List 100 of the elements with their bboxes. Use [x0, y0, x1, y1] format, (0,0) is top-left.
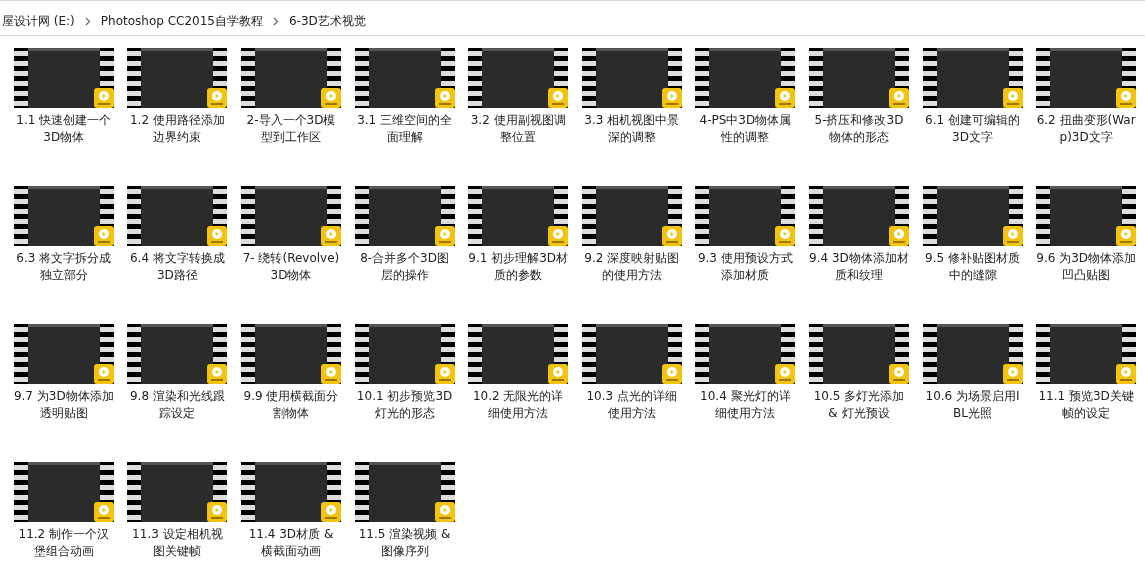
play-badge-icon [888, 364, 909, 384]
play-badge-icon [434, 364, 455, 384]
video-thumbnail[interactable] [581, 324, 682, 384]
video-thumbnail[interactable] [695, 48, 796, 108]
video-thumbnail[interactable] [695, 324, 796, 384]
file-name[interactable]: 5-挤压和修改3D物体的形态 [808, 112, 909, 146]
play-badge-icon [207, 364, 228, 384]
video-thumbnail[interactable] [468, 324, 569, 384]
file-name[interactable]: 4-PS中3D物体属性的调整 [695, 112, 796, 146]
file-name[interactable]: 11.3 设定相机视图关键帧 [127, 526, 228, 560]
file-name[interactable]: 9.2 深度映射贴图的使用方法 [581, 250, 682, 284]
play-badge-icon [1002, 226, 1023, 246]
play-badge-icon [1002, 88, 1023, 108]
file-name[interactable]: 10.6 为场景启用IBL光照 [922, 388, 1023, 422]
file-name[interactable]: 10.5 多灯光添加 & 灯光预设 [808, 388, 909, 422]
breadcrumb-item[interactable]: 屋设计网 (E:) [2, 12, 75, 30]
play-badge-icon [888, 88, 909, 108]
video-thumbnail[interactable] [1036, 324, 1137, 384]
file-name[interactable]: 9.8 渲染和光线跟踪设定 [127, 388, 228, 422]
play-badge-icon [1002, 364, 1023, 384]
video-thumbnail[interactable] [695, 186, 796, 246]
video-thumbnail[interactable] [354, 48, 455, 108]
video-thumbnail[interactable] [808, 186, 909, 246]
file-name[interactable]: 6.3 将文字拆分成独立部分 [13, 250, 114, 284]
play-badge-icon [93, 364, 114, 384]
video-thumbnail[interactable] [1036, 48, 1137, 108]
file-name[interactable]: 10.1 初步预览3D灯光的形态 [354, 388, 455, 422]
play-badge-icon [661, 88, 682, 108]
play-badge-icon [434, 226, 455, 246]
video-thumbnail[interactable] [127, 186, 228, 246]
video-thumbnail[interactable] [1036, 186, 1137, 246]
breadcrumb-item[interactable]: 6-3D艺术视觉 [289, 12, 366, 30]
play-badge-icon [661, 364, 682, 384]
file-name[interactable]: 3.1 三维空间的全面理解 [354, 112, 455, 146]
video-thumbnail[interactable] [13, 462, 114, 522]
video-thumbnail[interactable] [241, 48, 341, 108]
play-badge-icon [207, 88, 228, 108]
video-thumbnail[interactable] [127, 48, 228, 108]
video-thumbnail[interactable] [241, 186, 341, 246]
video-thumbnail[interactable] [13, 48, 114, 108]
play-badge-icon [434, 502, 455, 522]
file-name[interactable]: 7- 绕转(Revolve)3D物体 [241, 250, 341, 284]
play-badge-icon [207, 226, 228, 246]
play-badge-icon [548, 364, 569, 384]
play-badge-icon [207, 502, 228, 522]
play-badge-icon [321, 502, 341, 522]
video-thumbnail[interactable] [241, 462, 341, 522]
play-badge-icon [321, 364, 341, 384]
video-thumbnail[interactable] [581, 48, 682, 108]
file-name[interactable]: 9.9 使用横截面分割物体 [241, 388, 341, 422]
video-thumbnail[interactable] [581, 186, 682, 246]
file-name[interactable]: 11.5 渲染视频 & 图像序列 [354, 526, 455, 560]
play-badge-icon [93, 502, 114, 522]
file-name[interactable]: 11.4 3D材质 & 横截面动画 [241, 526, 341, 560]
play-badge-icon [1116, 364, 1137, 384]
play-badge-icon [1116, 226, 1137, 246]
video-thumbnail[interactable] [354, 462, 455, 522]
breadcrumb-item[interactable]: Photoshop CC2015自学教程 [100, 12, 263, 30]
file-name[interactable]: 10.3 点光的详细使用方法 [581, 388, 682, 422]
play-badge-icon [1116, 88, 1137, 108]
video-thumbnail[interactable] [354, 186, 455, 246]
file-name[interactable]: 1.2 使用路径添加边界约束 [127, 112, 228, 146]
video-thumbnail[interactable] [808, 324, 909, 384]
video-thumbnail[interactable] [127, 324, 228, 384]
file-name[interactable]: 9.4 3D物体添加材质和纹理 [808, 250, 909, 284]
chevron-icon [84, 16, 91, 26]
video-thumbnail[interactable] [922, 186, 1023, 246]
file-name[interactable]: 6.4 将文字转换成3D路径 [127, 250, 228, 284]
file-name[interactable]: 9.5 修补贴图材质中的缝隙 [922, 250, 1023, 284]
video-thumbnail[interactable] [13, 324, 114, 384]
video-thumbnail[interactable] [468, 186, 569, 246]
video-thumbnail[interactable] [922, 48, 1023, 108]
play-badge-icon [434, 88, 455, 108]
play-badge-icon [775, 364, 796, 384]
file-name[interactable]: 1.1 快速创建一个3D物体 [13, 112, 114, 146]
file-name[interactable]: 10.2 无限光的详细使用方法 [468, 388, 569, 422]
file-name[interactable]: 3.3 相机视图中景深的调整 [581, 112, 682, 146]
file-name[interactable]: 9.7 为3D物体添加透明贴图 [13, 388, 114, 422]
file-name[interactable]: 11.2 制作一个汉堡组合动画 [13, 526, 114, 560]
file-name[interactable]: 9.6 为3D物体添加凹凸贴图 [1036, 250, 1137, 284]
file-name[interactable]: 9.3 使用预设方式添加材质 [695, 250, 796, 284]
file-name[interactable]: 10.4 聚光灯的详细使用方法 [695, 388, 796, 422]
address-bar[interactable]: 屋设计网 (E:) Photoshop CC2015自学教程 6-3D艺术视觉 [0, 7, 1145, 36]
video-thumbnail[interactable] [354, 324, 455, 384]
video-thumbnail[interactable] [127, 462, 228, 522]
video-thumbnail[interactable] [808, 48, 909, 108]
file-name[interactable]: 3.2 使用副视图调整位置 [468, 112, 569, 146]
play-badge-icon [775, 226, 796, 246]
file-name[interactable]: 6.2 扭曲变形(Warp)3D文字 [1036, 112, 1137, 146]
file-name[interactable]: 8-合并多个3D图层的操作 [354, 250, 455, 284]
video-thumbnail[interactable] [241, 324, 341, 384]
video-thumbnail[interactable] [13, 186, 114, 246]
file-name[interactable]: 11.1 预览3D关键帧的设定 [1036, 388, 1137, 422]
play-badge-icon [321, 226, 341, 246]
play-badge-icon [888, 226, 909, 246]
file-name[interactable]: 9.1 初步理解3D材质的参数 [468, 250, 569, 284]
file-name[interactable]: 6.1 创建可编辑的3D文字 [922, 112, 1023, 146]
video-thumbnail[interactable] [922, 324, 1023, 384]
file-name[interactable]: 2-导入一个3D模型到工作区 [241, 112, 341, 146]
video-thumbnail[interactable] [468, 48, 569, 108]
